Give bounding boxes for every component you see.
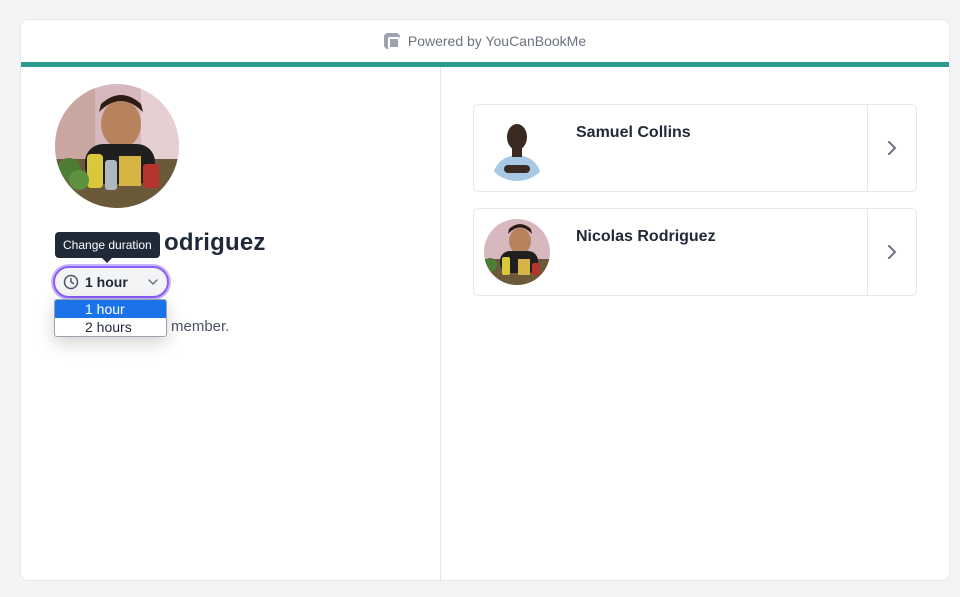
team-members-pane: Samuel Collins Nicolas Rodriguez bbox=[441, 67, 949, 580]
chevron-zone[interactable] bbox=[867, 209, 916, 295]
avatar bbox=[484, 219, 550, 285]
member-card-samuel-collins[interactable]: Samuel Collins bbox=[473, 104, 917, 192]
powered-by-bar: Powered by YouCanBookMe bbox=[21, 20, 949, 62]
profile-pane: odriguez Change duration 1 hour 1 hour 2… bbox=[21, 67, 441, 580]
chevron-zone[interactable] bbox=[867, 105, 916, 191]
member-name: Samuel Collins bbox=[576, 124, 691, 141]
clock-icon bbox=[63, 274, 79, 290]
duration-dropdown: 1 hour 2 hours bbox=[54, 299, 167, 337]
avatar bbox=[484, 115, 550, 181]
profile-description: member. bbox=[171, 318, 230, 335]
youcanbookme-logo-icon bbox=[383, 33, 400, 49]
duration-select[interactable]: 1 hour bbox=[53, 266, 169, 298]
member-card-nicolas-rodriguez[interactable]: Nicolas Rodriguez bbox=[473, 208, 917, 296]
duration-option-1-hour[interactable]: 1 hour bbox=[55, 300, 166, 318]
member-name: Nicolas Rodriguez bbox=[576, 228, 716, 245]
chevron-right-icon bbox=[888, 141, 897, 155]
duration-option-2-hours[interactable]: 2 hours bbox=[55, 318, 166, 336]
change-duration-tooltip: Change duration bbox=[55, 232, 160, 263]
powered-by-text: Powered by YouCanBookMe bbox=[407, 33, 587, 49]
chevron-down-icon bbox=[148, 279, 158, 286]
profile-name: odriguez bbox=[164, 229, 266, 256]
booking-card: Powered by YouCanBookMe odriguez Change … bbox=[20, 19, 950, 581]
chevron-right-icon bbox=[888, 245, 897, 259]
duration-value: 1 hour bbox=[85, 274, 128, 290]
profile-photo bbox=[55, 84, 179, 208]
